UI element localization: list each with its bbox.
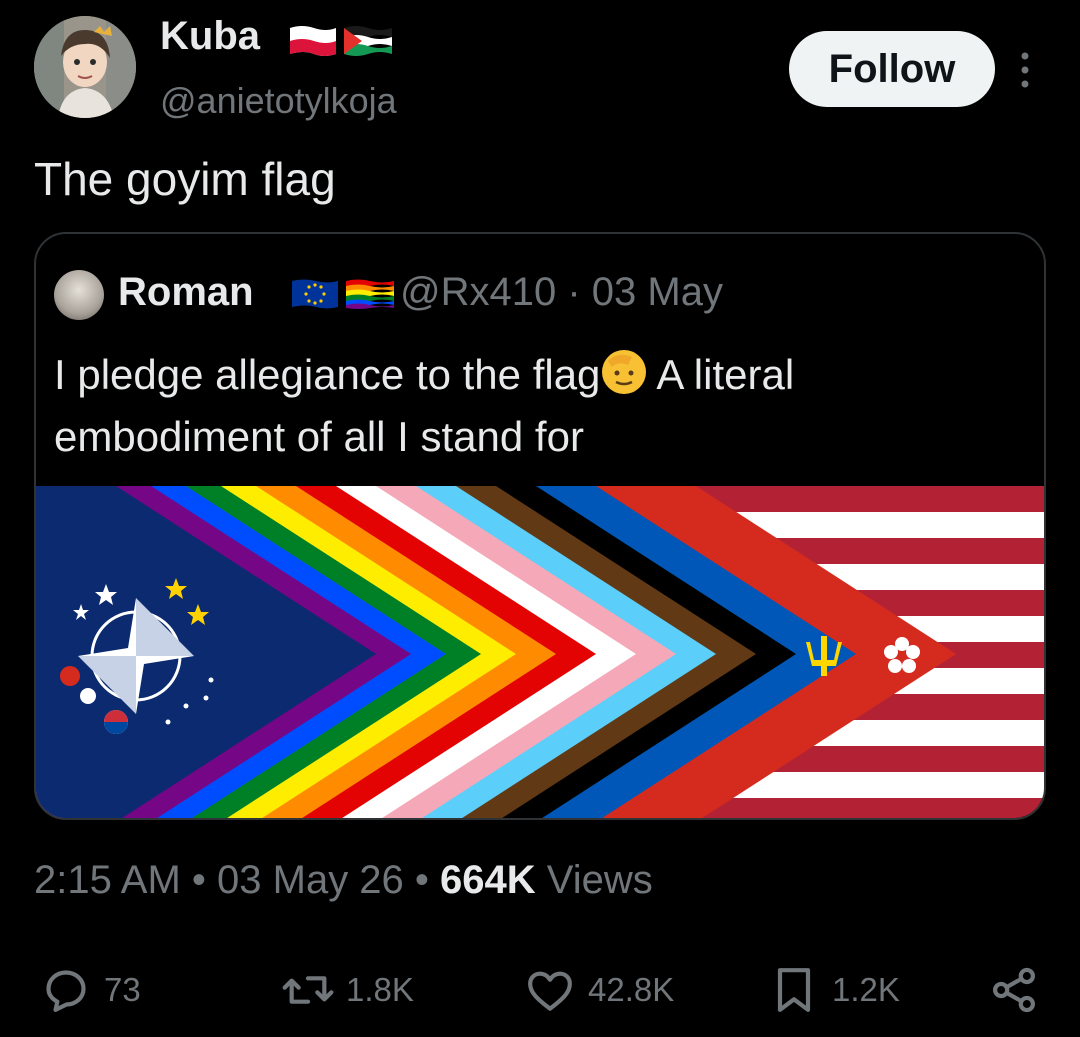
separator-dot: • bbox=[414, 858, 441, 902]
tweet-meta: 2:15 AM • 03 May 26 • 664K Views bbox=[34, 858, 653, 903]
repost-icon bbox=[282, 976, 334, 1004]
views-count: 664K bbox=[440, 858, 536, 902]
quote-text-part1: I pledge allegiance to the flag bbox=[54, 351, 601, 398]
quote-handle-date[interactable]: @Rx410 · 03 May bbox=[400, 270, 723, 315]
bookmark-icon bbox=[777, 968, 811, 1012]
flag-eu-icon bbox=[290, 278, 340, 315]
repost-count: 1.8K bbox=[346, 971, 414, 1008]
reply-icon bbox=[46, 970, 86, 1012]
reply-button[interactable]: 73 bbox=[38, 962, 141, 1018]
separator-dot: · bbox=[567, 270, 592, 314]
author-avatar[interactable] bbox=[34, 16, 136, 118]
like-icon bbox=[528, 971, 572, 1011]
quote-author-name[interactable]: Roman bbox=[118, 270, 254, 315]
flag-palestine-icon bbox=[342, 24, 394, 63]
author-display-name[interactable]: Kuba bbox=[160, 14, 260, 59]
separator-dot: • bbox=[191, 858, 218, 902]
reply-count: 73 bbox=[104, 971, 141, 1008]
flag-poland-icon bbox=[288, 24, 338, 63]
follow-button[interactable]: Follow bbox=[789, 31, 995, 107]
repost-button[interactable]: 1.8K bbox=[280, 962, 414, 1018]
views-label: Views bbox=[546, 858, 653, 902]
quote-media-flag-image[interactable] bbox=[36, 486, 1044, 818]
bookmark-count: 1.2K bbox=[832, 971, 900, 1008]
quoted-tweet-card[interactable]: Roman @Rx410 · 03 May I pledge allegianc… bbox=[34, 232, 1046, 820]
quote-date[interactable]: 03 May bbox=[592, 270, 723, 314]
share-icon bbox=[993, 967, 1035, 1013]
flag-rainbow-icon bbox=[344, 278, 396, 315]
author-handle[interactable]: @anietotylkoja bbox=[160, 80, 397, 122]
tweet-time[interactable]: 2:15 AM bbox=[34, 858, 181, 902]
more-vertical-icon[interactable] bbox=[1012, 48, 1038, 92]
tweet-date[interactable]: 03 May 26 bbox=[217, 858, 404, 902]
saluting-face-emoji-icon bbox=[602, 350, 647, 394]
quote-handle[interactable]: @Rx410 bbox=[400, 270, 556, 314]
share-button[interactable] bbox=[986, 962, 1042, 1018]
quote-author-avatar[interactable] bbox=[54, 270, 104, 320]
bookmark-button[interactable]: 1.2K bbox=[766, 962, 900, 1018]
tweet-text: The goyim flag bbox=[34, 153, 336, 205]
like-count: 42.8K bbox=[588, 971, 675, 1008]
quote-text: I pledge allegiance to the flag A literal… bbox=[54, 344, 1014, 468]
like-button[interactable]: 42.8K bbox=[522, 962, 674, 1018]
